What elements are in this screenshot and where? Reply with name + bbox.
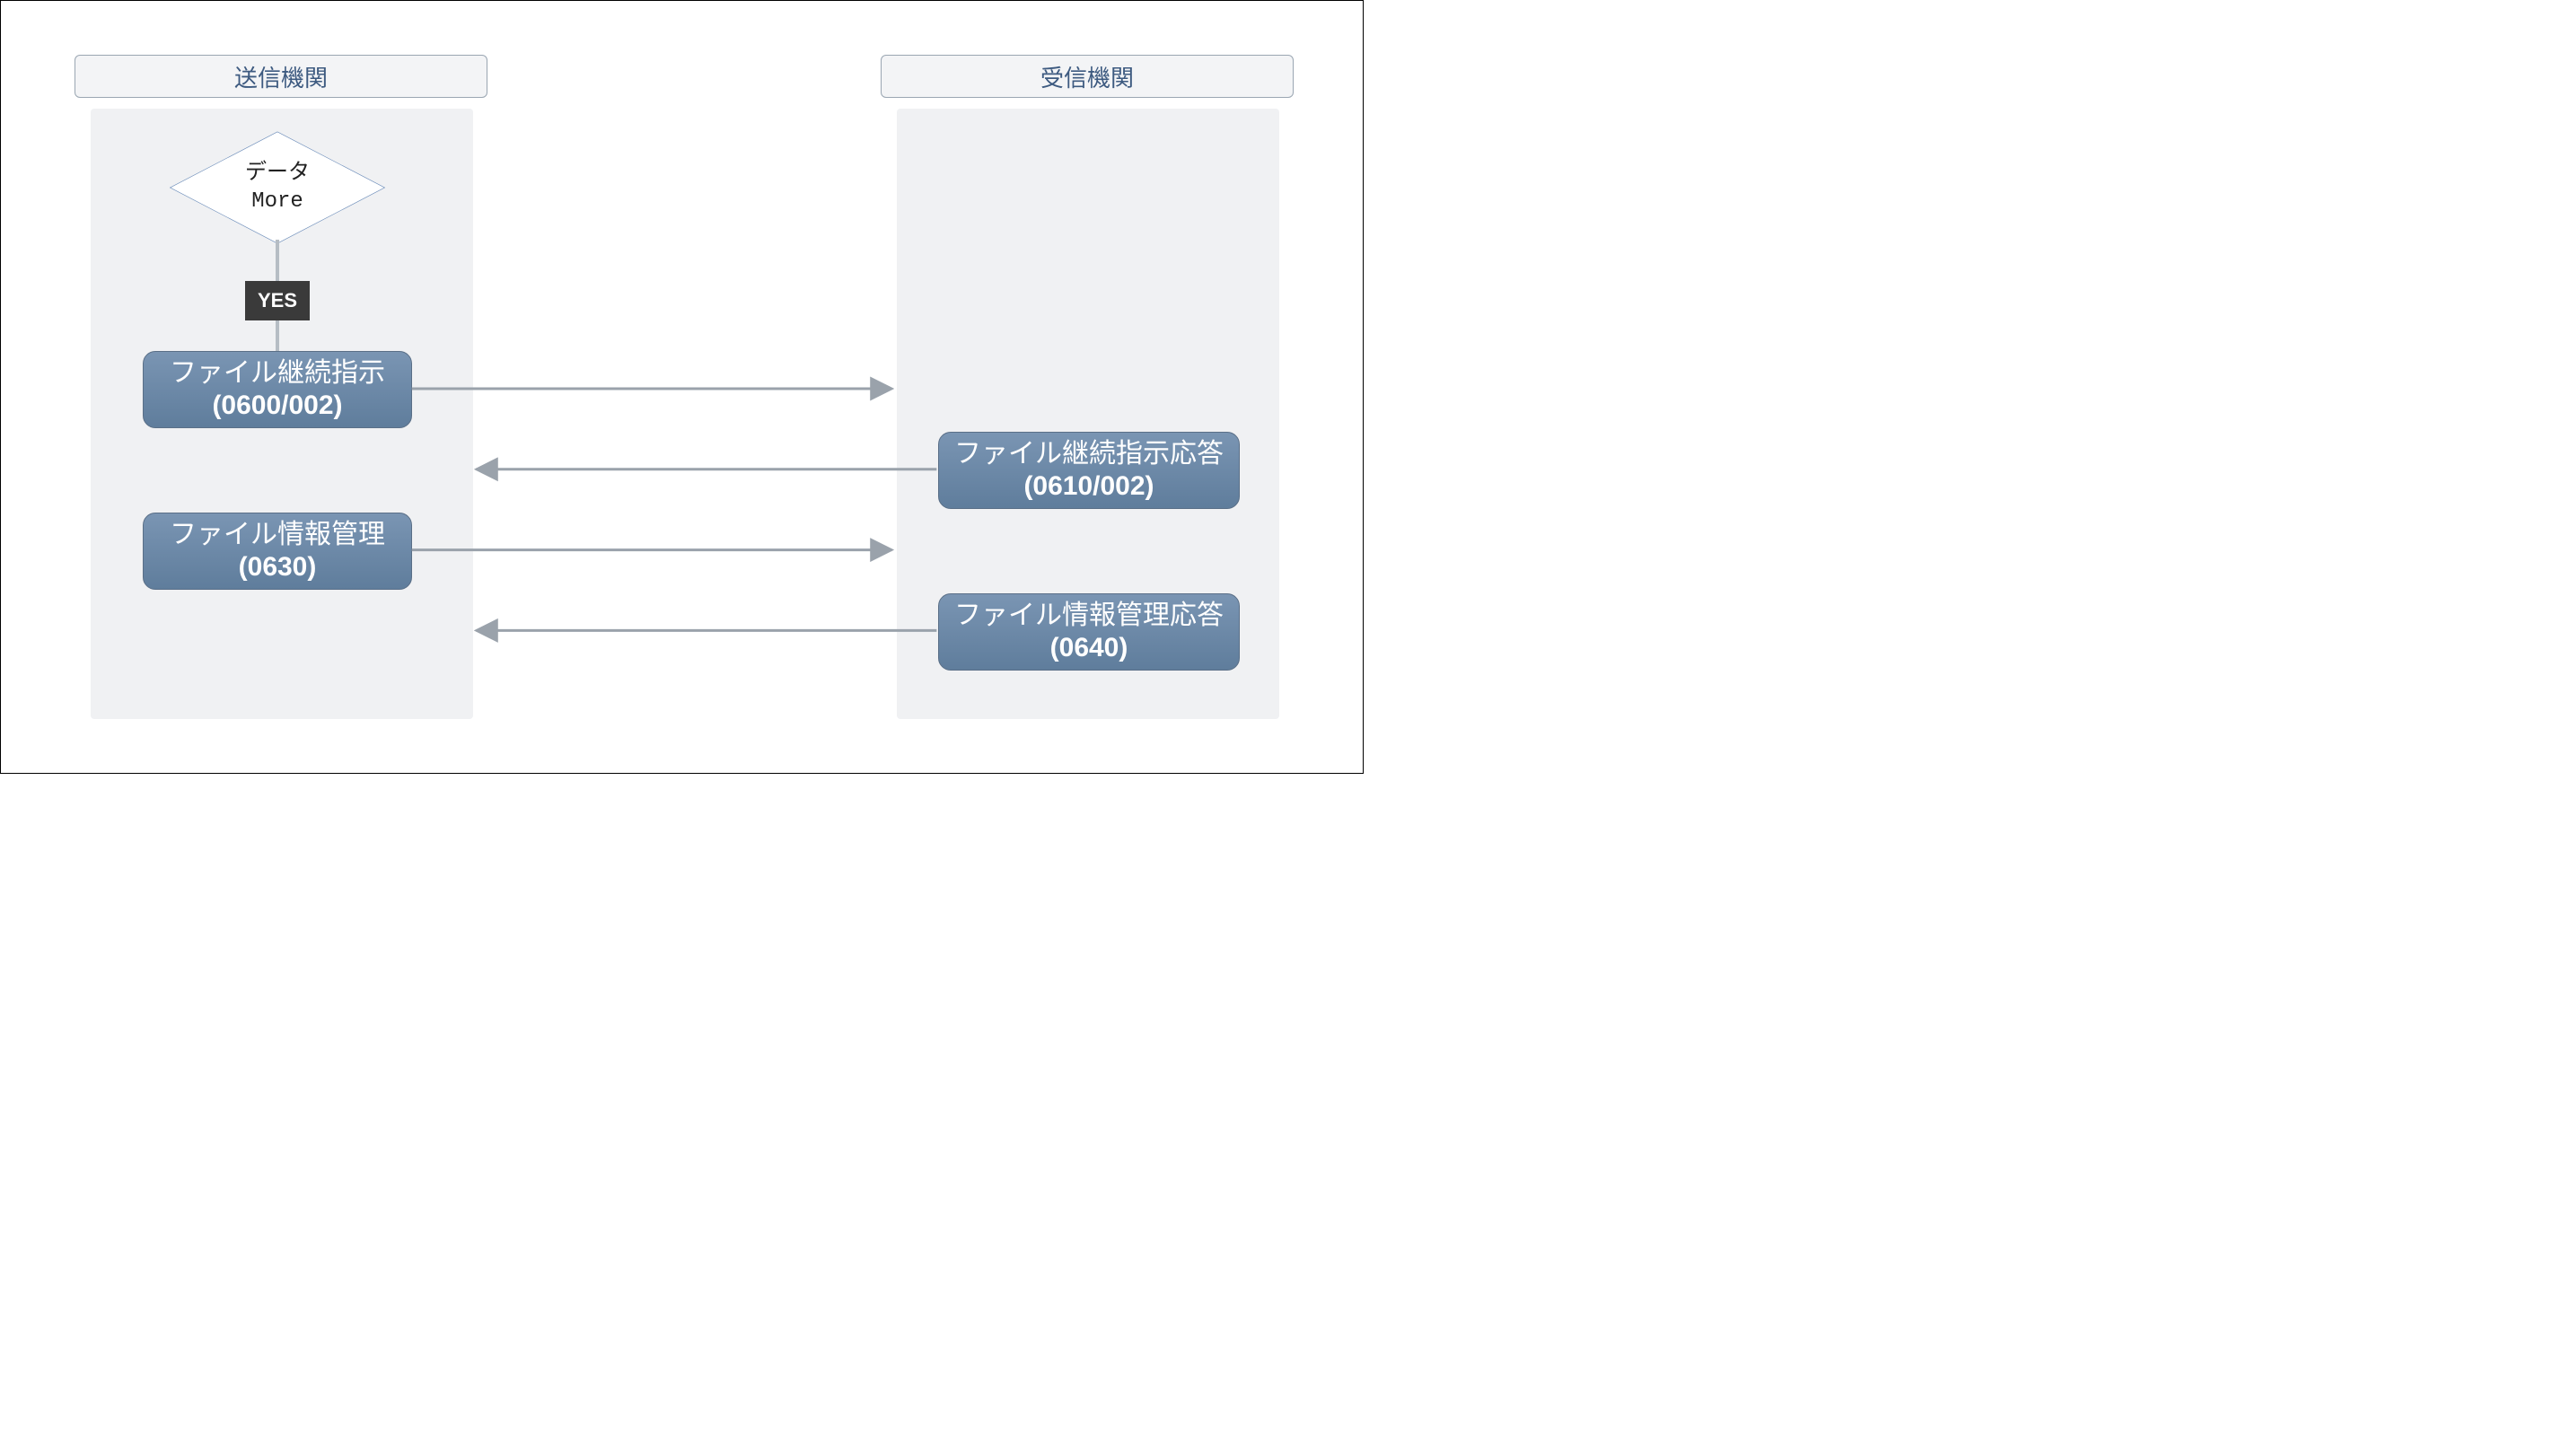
- node-file-continue-response: ファイル継続指示応答 (0610/002): [938, 432, 1240, 509]
- node-code: (0640): [1050, 632, 1128, 664]
- node-title: ファイル情報管理: [170, 519, 385, 551]
- node-code: (0610/002): [1023, 470, 1154, 503]
- node-file-info-mgmt-response: ファイル情報管理応答 (0640): [938, 593, 1240, 671]
- diagram-canvas: 送信機関 受信機関 データ More YES ファイル継続指示 (0600/00…: [0, 0, 1364, 774]
- node-title: ファイル情報管理応答: [954, 600, 1224, 632]
- node-file-info-mgmt: ファイル情報管理 (0630): [143, 513, 412, 590]
- decision-data-more: データ More: [161, 134, 394, 241]
- node-title: ファイル継続指示: [170, 357, 385, 390]
- node-code: (0630): [239, 551, 317, 583]
- node-file-continue-instruction: ファイル継続指示 (0600/002): [143, 351, 412, 428]
- decision-line1: データ: [245, 160, 310, 188]
- yes-badge: YES: [245, 281, 310, 320]
- connector-diamond-to-yes: [276, 240, 279, 281]
- decision-line2: More: [251, 188, 303, 215]
- connector-yes-to-node1: [276, 320, 279, 351]
- node-title: ファイル継続指示応答: [954, 438, 1224, 470]
- header-sender: 送信機関: [75, 55, 487, 98]
- header-receiver: 受信機関: [881, 55, 1294, 98]
- node-code: (0600/002): [212, 390, 342, 422]
